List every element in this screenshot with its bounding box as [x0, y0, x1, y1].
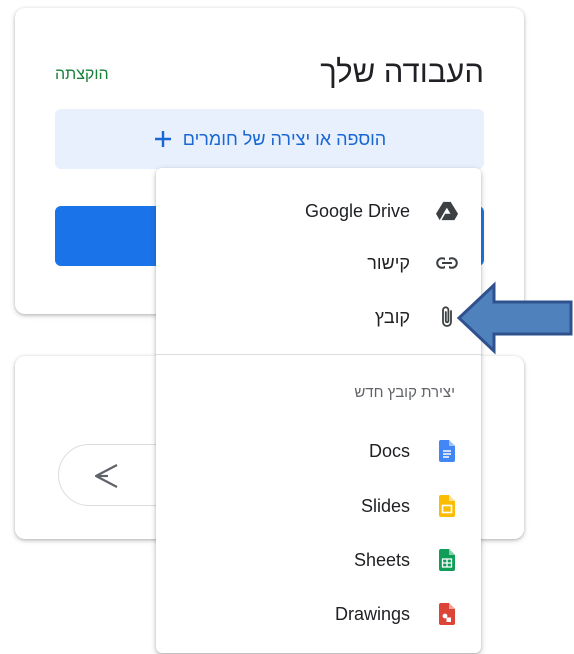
add-or-create-button[interactable]: הוספה או יצירה של חומרים: [55, 109, 484, 169]
plus-icon: [153, 129, 173, 149]
menu-item-label: Drawings: [334, 603, 410, 624]
menu-item-label: קישור: [367, 252, 410, 273]
add-button-label: הוספה או יצירה של חומרים: [182, 128, 387, 149]
menu-item-google-drive[interactable]: Google Drive: [156, 184, 481, 238]
menu-divider: [156, 354, 481, 355]
page-title: העבודה שלך: [320, 54, 484, 89]
menu-item-slides[interactable]: Slides: [156, 479, 481, 533]
annotation-arrow: [456, 281, 573, 355]
link-icon: [436, 252, 458, 274]
menu-item-link[interactable]: קישור: [156, 236, 481, 290]
docs-icon: [436, 440, 458, 462]
menu-item-file[interactable]: קובץ: [156, 290, 481, 344]
google-drive-icon: [436, 200, 458, 222]
menu-item-label: קובץ: [374, 306, 410, 327]
send-icon[interactable]: [93, 462, 119, 490]
add-create-menu: Google Drive קישור קובץ יצירת קובץ חדש D…: [156, 168, 481, 653]
menu-item-label: Sheets: [353, 549, 410, 570]
slides-icon: [436, 495, 458, 517]
menu-item-sheets[interactable]: Sheets: [156, 533, 481, 587]
paperclip-icon: [436, 306, 458, 328]
drawings-icon: [436, 603, 458, 625]
status-badge: הוקצתה: [55, 66, 109, 83]
menu-item-docs[interactable]: Docs: [156, 424, 481, 478]
menu-item-label: Google Drive: [304, 200, 410, 221]
sheets-icon: [436, 549, 458, 571]
menu-item-drawings[interactable]: Drawings: [156, 587, 481, 641]
menu-item-label: Docs: [368, 440, 410, 461]
menu-item-label: Slides: [360, 495, 410, 516]
create-new-file-heading: יצירת קובץ חדש: [354, 384, 455, 401]
